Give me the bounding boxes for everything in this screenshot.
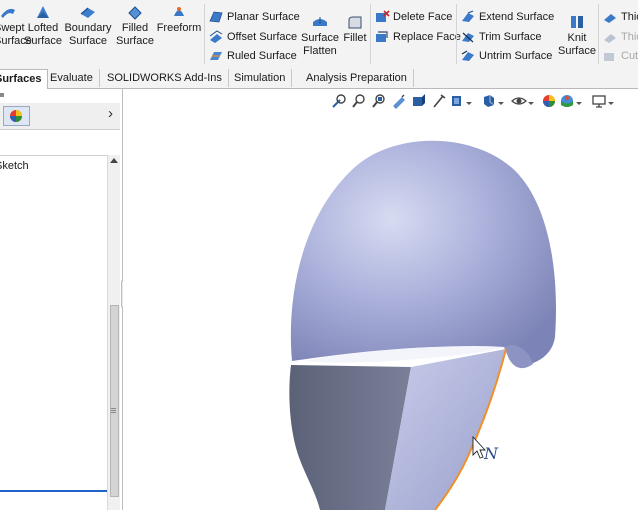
ribbon-separator — [598, 4, 599, 64]
surface-flatten-icon — [313, 17, 327, 26]
thickened-cut-icon — [604, 34, 616, 44]
panel-highlight-bar — [0, 490, 107, 492]
lofted-surface-button[interactable]: Lofted Surface — [24, 4, 62, 48]
knit-surface-icon — [571, 16, 583, 28]
ruled-surface-icon — [210, 52, 222, 61]
scroll-thumb[interactable] — [110, 305, 119, 497]
knit-surface-button[interactable]: Knit Surface — [558, 4, 596, 58]
filled-surface-button[interactable]: Filled Surface — [116, 4, 154, 48]
scroll-up-arrow[interactable] — [110, 158, 118, 163]
delete-face-icon — [376, 10, 390, 23]
extend-surface-icon — [462, 10, 474, 23]
thickened-cut-button[interactable]: Thic — [602, 28, 638, 46]
feature-tree-scrollbar[interactable] — [107, 155, 120, 510]
scroll-grip — [111, 408, 116, 409]
command-manager-tabs: Surfaces Evaluate SOLIDWORKS Add-Ins Sim… — [0, 69, 638, 89]
swept-surface-icon — [1, 8, 15, 18]
tab-surfaces[interactable]: Surfaces — [0, 69, 49, 89]
boundary-surface-button[interactable]: Boundary Surface — [64, 4, 112, 48]
surface-flatten-button[interactable]: Surface Flatten — [300, 4, 340, 58]
cut-with-surface-icon — [604, 53, 614, 62]
panel-top-indicator — [0, 93, 4, 97]
freeform-icon — [174, 7, 184, 16]
command-manager-ribbon: Swept Surface Lofted Surface Boundary Su… — [0, 0, 638, 70]
tree-item-sketch[interactable]: Sketch — [0, 160, 29, 172]
swept-surface-button[interactable]: Swept Surface — [0, 4, 32, 48]
planar-surface-icon — [209, 11, 223, 23]
dome-surface[interactable] — [290, 140, 556, 365]
3d-model[interactable] — [123, 89, 638, 510]
untrim-surface-icon — [461, 50, 474, 62]
tab-simulation[interactable]: Simulation — [228, 69, 293, 87]
tab-solidworks-add-ins[interactable]: SOLIDWORKS Add-Ins — [101, 69, 229, 87]
ribbon-separator — [370, 4, 371, 64]
delete-face-button[interactable]: Delete Face — [374, 8, 452, 26]
thicken-icon — [604, 14, 616, 24]
boundary-surface-icon — [80, 7, 95, 18]
replace-face-button[interactable]: Replace Face — [374, 28, 461, 46]
panel-tab-strip: › — [0, 103, 120, 130]
feature-manager-panel: › Sketch — [0, 89, 123, 510]
edge-select-cursor-label: N — [484, 444, 498, 463]
fillet-surface-button[interactable]: Fillet — [341, 4, 369, 45]
extend-surface-button[interactable]: Extend Surface — [460, 8, 554, 26]
cut-with-surface-button[interactable]: Cut — [602, 47, 638, 65]
offset-surface-icon — [209, 30, 223, 44]
display-manager-tab[interactable] — [3, 106, 30, 126]
fillet-icon — [348, 16, 362, 29]
ribbon-separator — [456, 4, 457, 64]
trim-surface-icon — [462, 32, 474, 43]
ribbon-separator — [204, 4, 205, 64]
feature-tree: Sketch — [0, 155, 119, 511]
offset-surface-button[interactable]: Offset Surface — [208, 28, 297, 46]
display-manager-icon — [10, 110, 22, 122]
freeform-button[interactable]: Freeform — [156, 4, 202, 35]
thicken-button[interactable]: Thic — [602, 8, 638, 26]
untrim-surface-button[interactable]: Untrim Surface — [460, 47, 552, 65]
graphics-area[interactable]: N — [123, 89, 638, 510]
filled-surface-icon — [128, 6, 142, 20]
planar-surface-button[interactable]: Planar Surface — [208, 8, 300, 26]
replace-face-icon — [376, 31, 388, 43]
trim-surface-button[interactable]: Trim Surface — [460, 28, 542, 46]
tab-evaluate[interactable]: Evaluate — [44, 69, 100, 87]
ruled-surface-button[interactable]: Ruled Surface — [208, 47, 297, 65]
lofted-surface-icon — [37, 6, 49, 18]
tab-analysis-preparation[interactable]: Analysis Preparation — [300, 69, 414, 87]
panel-expand-arrow[interactable]: › — [108, 105, 113, 122]
